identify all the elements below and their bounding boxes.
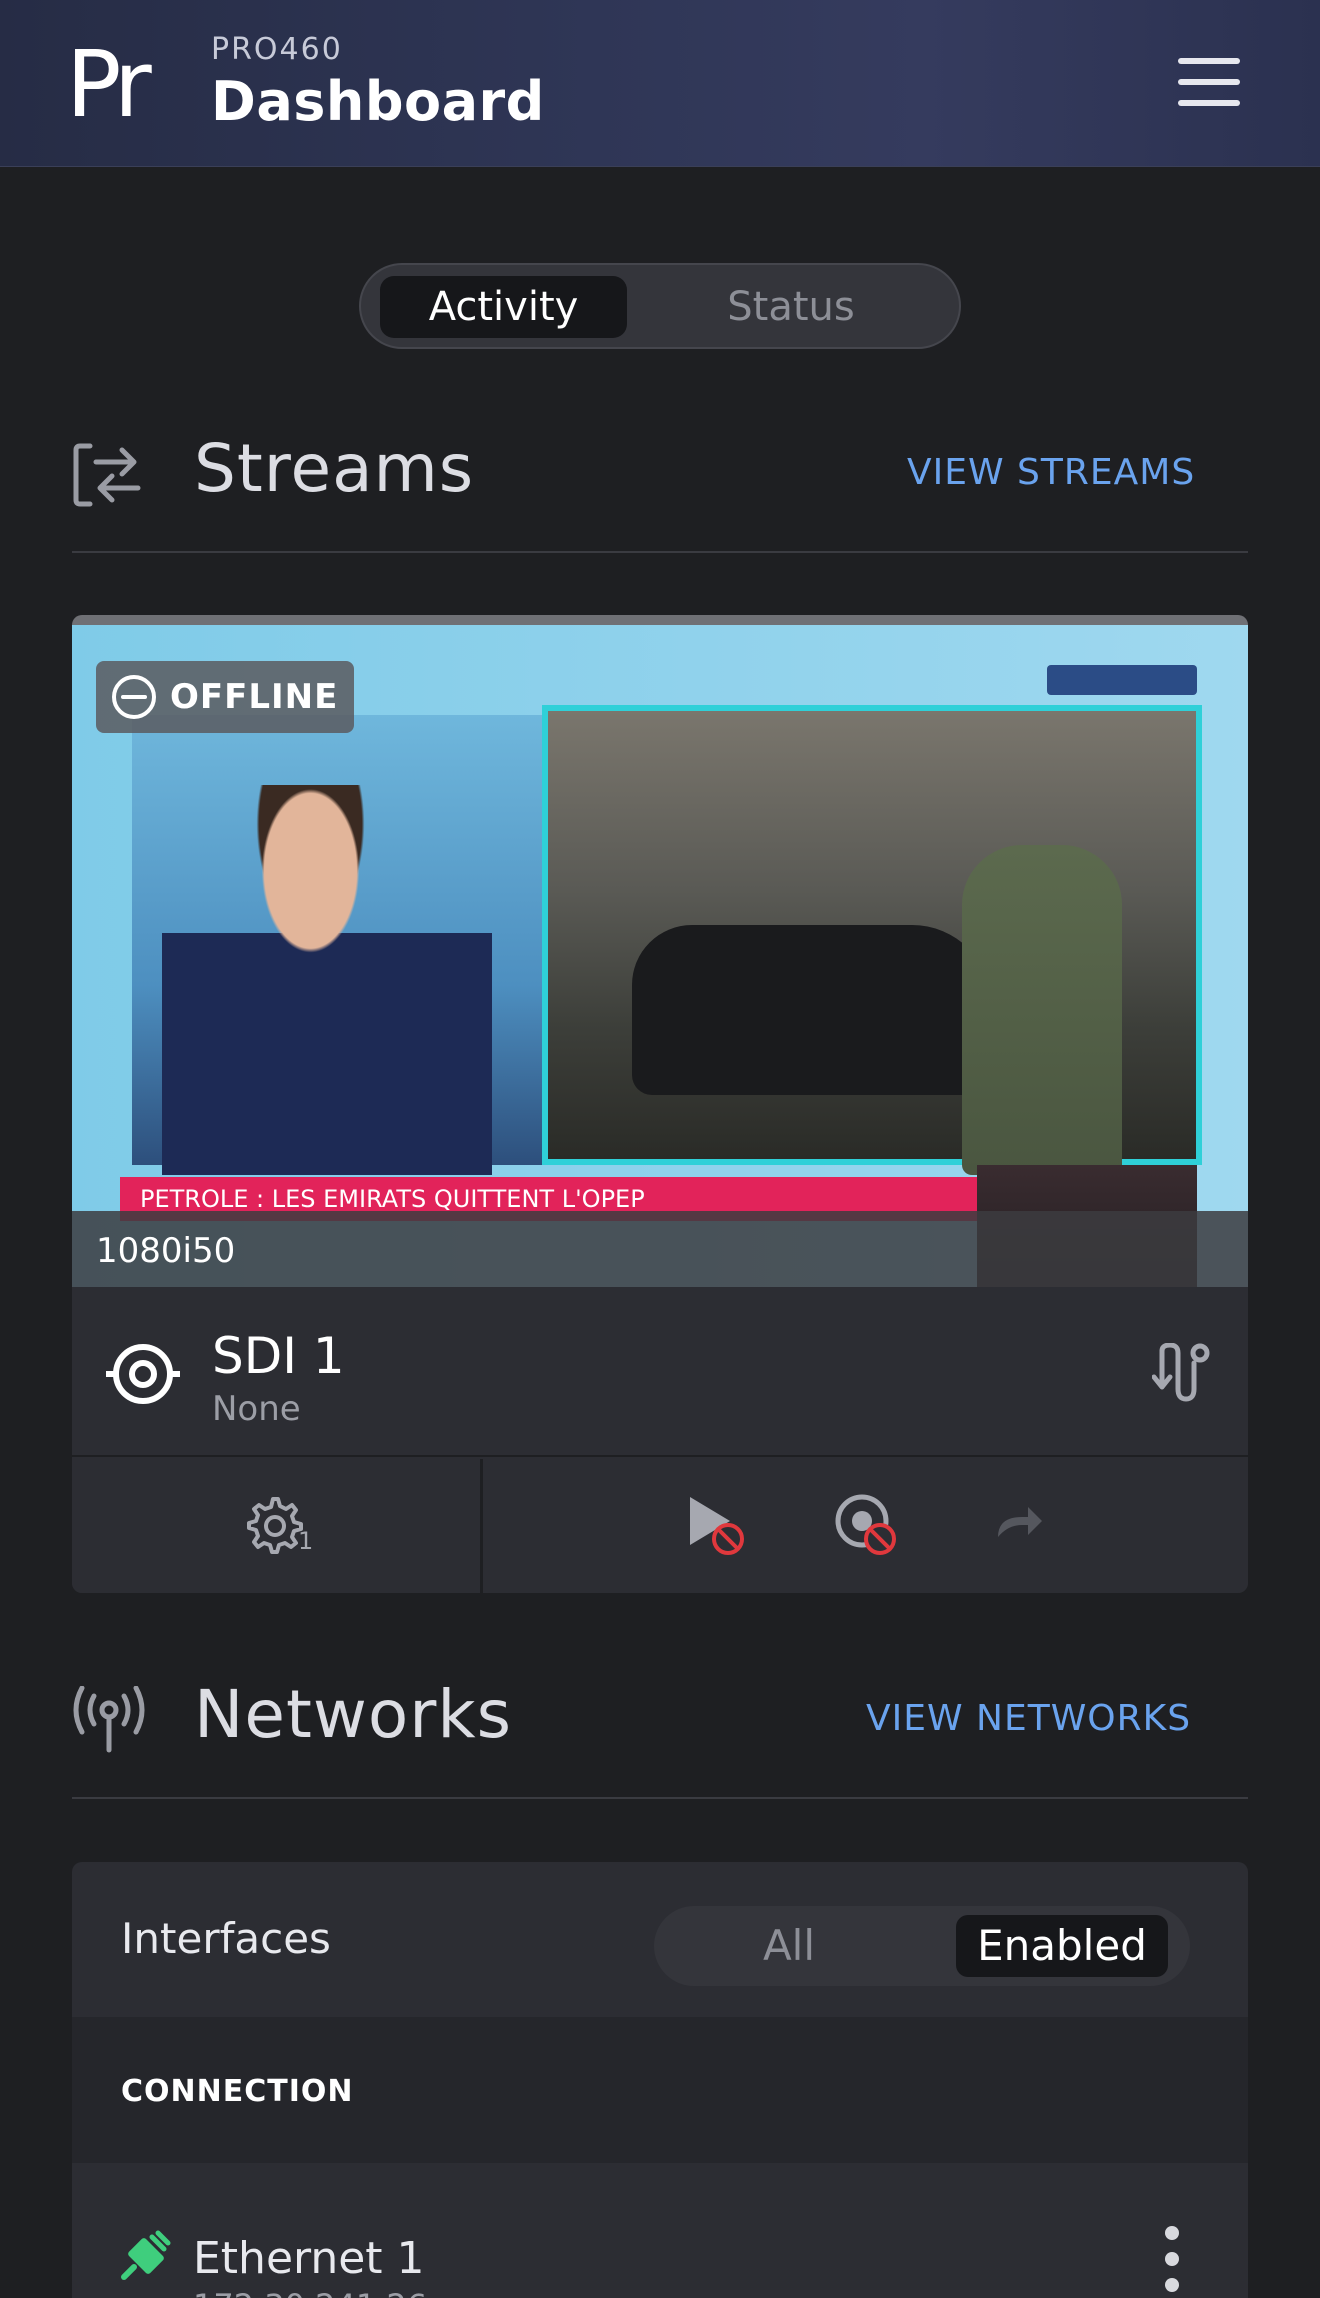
networks-icon (73, 1686, 145, 1753)
interface-row[interactable]: Ethernet 1 172.30.241.26 (72, 2163, 1248, 2298)
tab-status[interactable]: Status (661, 276, 921, 338)
tab-activity[interactable]: Activity (380, 276, 627, 338)
interface-name: Ethernet 1 (193, 2233, 425, 2284)
device-name: PRO460 (211, 32, 343, 67)
ethernet-icon (121, 2230, 171, 2280)
play-disabled-icon[interactable] (682, 1493, 748, 1559)
networks-title: Networks (194, 1676, 512, 1753)
view-tabs: Activity Status (359, 263, 961, 349)
filter-enabled[interactable]: Enabled (956, 1915, 1168, 1977)
interfaces-filter: All Enabled (654, 1906, 1190, 1986)
settings-count: 1 (298, 1527, 314, 1555)
networks-divider (72, 1797, 1248, 1799)
offline-badge: OFFLINE (96, 661, 355, 733)
streams-icon (73, 443, 141, 507)
view-streams-link[interactable]: VIEW STREAMS (907, 452, 1195, 493)
stream-status: OFFLINE (170, 677, 339, 717)
streams-title: Streams (194, 430, 475, 507)
gear-icon (247, 1497, 303, 1554)
connection-header-label: CONNECTION (121, 2074, 354, 2109)
interfaces-header: Interfaces All Enabled (72, 1862, 1248, 2017)
stream-settings-button[interactable]: 1 (242, 1493, 322, 1557)
more-options-icon[interactable] (1162, 2223, 1182, 2298)
input-name: SDI 1 (212, 1327, 345, 1385)
interfaces-label: Interfaces (121, 1914, 331, 1963)
offline-icon (112, 675, 156, 719)
app-logo: Pr (66, 31, 152, 138)
page-title: Dashboard (211, 70, 545, 133)
app-header: Pr PRO460 Dashboard (0, 0, 1320, 167)
interface-ip: 172.30.241.26 (193, 2287, 427, 2298)
sdi-input-icon (106, 1344, 180, 1404)
interfaces-card: Interfaces All Enabled CONNECTION Ethern… (72, 1862, 1248, 2298)
input-destination: None (212, 1389, 301, 1429)
resolution-bar: 1080i50 (72, 1211, 1248, 1297)
forward-icon[interactable] (994, 1501, 1044, 1541)
connection-column-header: CONNECTION (72, 2017, 1248, 2163)
routing-icon[interactable] (1152, 1343, 1212, 1405)
streams-divider (72, 551, 1248, 553)
stream-resolution: 1080i50 (96, 1231, 236, 1271)
hamburger-menu-icon[interactable] (1178, 58, 1240, 106)
input-row[interactable]: SDI 1 None (72, 1287, 1248, 1457)
record-disabled-icon[interactable] (834, 1493, 900, 1559)
stream-card: PETROLE : LES EMIRATS QUITTENT L'OPEP OF… (72, 615, 1248, 1593)
view-networks-link[interactable]: VIEW NETWORKS (866, 1698, 1191, 1739)
filter-all[interactable]: All (714, 1915, 864, 1977)
stream-preview[interactable]: PETROLE : LES EMIRATS QUITTENT L'OPEP OF… (72, 615, 1248, 1297)
stream-actions: 1 (72, 1459, 1248, 1593)
